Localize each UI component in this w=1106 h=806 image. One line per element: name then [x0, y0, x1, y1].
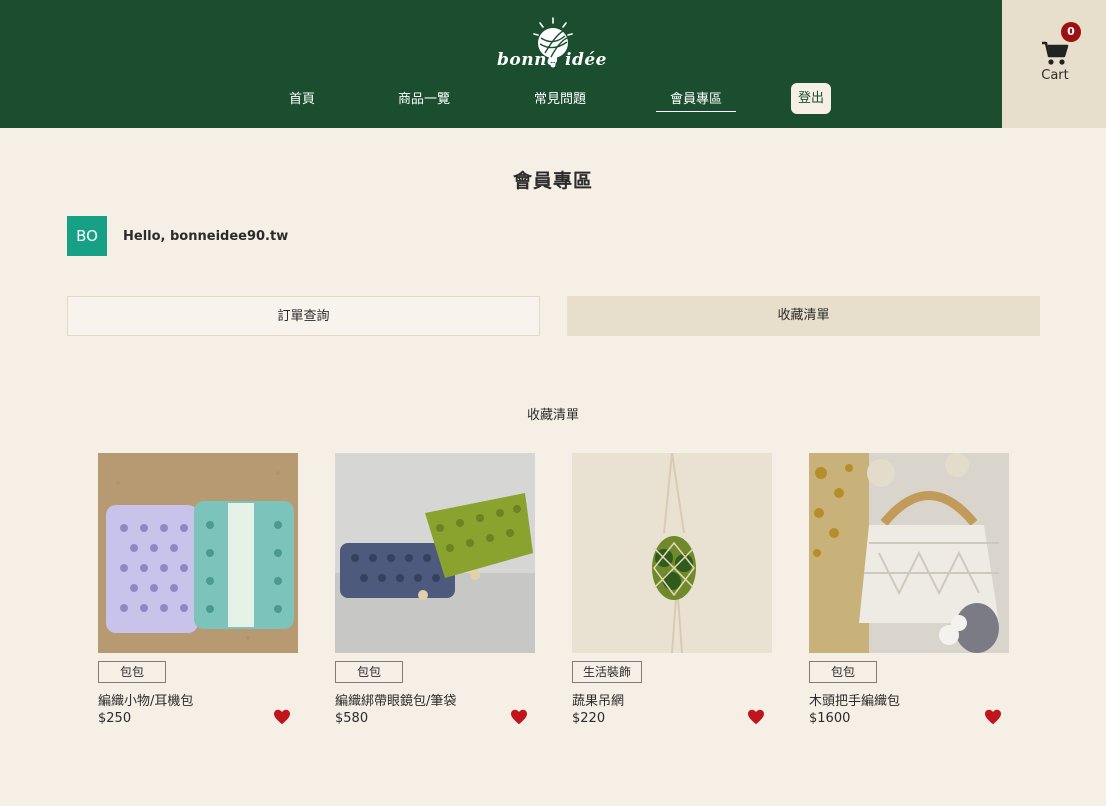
product-name[interactable]: 編織綁帶眼鏡包/筆袋	[335, 690, 456, 709]
product-card: 包包 木頭把手編織包 $1600	[809, 453, 1009, 733]
nav-item-products[interactable]: 商品一覽	[398, 90, 450, 110]
product-card: 包包 編織小物/耳機包 $250	[98, 453, 298, 733]
cart-count-badge: 0	[1061, 22, 1081, 42]
site-header: bonne idée 首頁 商品一覽 常見問題 會員專區 登出	[0, 0, 1002, 128]
product-price: $220	[572, 711, 606, 726]
category-tag: 包包	[335, 661, 403, 683]
heart-icon[interactable]	[510, 709, 528, 725]
tab-order-lookup[interactable]: 訂單查詢	[67, 296, 540, 336]
product-price: $580	[335, 711, 369, 726]
heart-icon[interactable]	[273, 709, 291, 725]
nav-item-member[interactable]: 會員專區	[655, 90, 737, 112]
heart-icon[interactable]	[984, 709, 1002, 725]
section-title: 收藏清單	[526, 408, 579, 423]
product-price: $250	[98, 711, 132, 726]
product-image-glasses-case[interactable]	[335, 453, 535, 653]
brand-logo[interactable]: bonne idée	[497, 16, 607, 72]
tab-favorites[interactable]: 收藏清單	[567, 296, 1040, 336]
logo-text-idee: idée	[565, 50, 607, 70]
product-name[interactable]: 編織小物/耳機包	[98, 690, 193, 709]
cart-button[interactable]	[1002, 0, 1106, 128]
avatar: BO	[67, 216, 107, 256]
product-card: 生活裝飾 蔬果吊網 $220	[572, 453, 772, 733]
category-tag: 生活裝飾	[572, 661, 643, 683]
nav-item-home[interactable]: 首頁	[289, 90, 315, 110]
product-name[interactable]: 蔬果吊網	[572, 690, 624, 709]
product-price: $1600	[809, 711, 851, 726]
page-title: 會員專區	[512, 170, 593, 192]
logout-button[interactable]: 登出	[791, 83, 831, 114]
product-image-wooden-handle-bag[interactable]	[809, 453, 1009, 653]
category-tag: 包包	[809, 661, 877, 683]
greeting-text: Hello, bonneidee90.tw	[123, 229, 289, 244]
product-image-produce-net[interactable]	[572, 453, 772, 653]
nav-item-faq[interactable]: 常見問題	[534, 90, 586, 110]
main-nav: 首頁 商品一覽 常見問題 會員專區	[0, 90, 1002, 114]
heart-icon[interactable]	[747, 709, 765, 725]
category-tag: 包包	[98, 661, 166, 683]
cart-icon	[1042, 41, 1069, 65]
product-name[interactable]: 木頭把手編織包	[809, 690, 900, 709]
cart-label: Cart	[1041, 68, 1069, 83]
product-image-earphone-pouch[interactable]	[98, 453, 298, 653]
product-card: 包包 編織綁帶眼鏡包/筆袋 $580	[335, 453, 535, 733]
